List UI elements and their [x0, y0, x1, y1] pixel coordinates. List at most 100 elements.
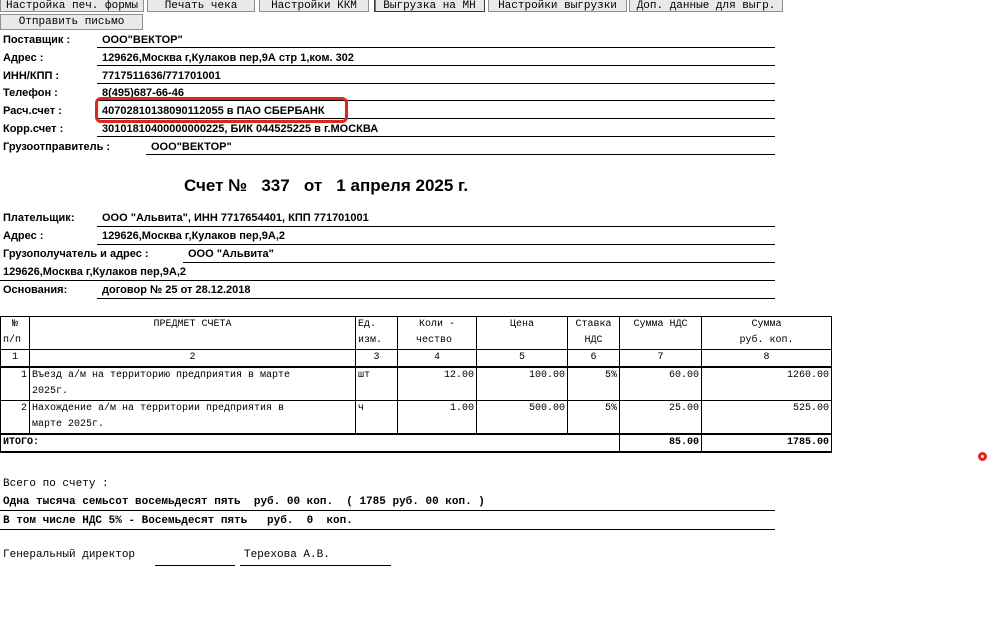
row-sum: 1260.00	[701, 366, 832, 401]
account-highlight-box	[95, 97, 348, 123]
inn-underline	[97, 83, 775, 84]
signature-name-underline	[240, 565, 391, 566]
supplier-address-underline	[97, 65, 775, 66]
col-num-header: №	[0, 316, 30, 333]
signature-line	[155, 565, 235, 566]
index-cell: 4	[397, 349, 477, 368]
table-header-row-2: п/п изм. чество НДС руб. коп.	[0, 333, 832, 350]
account-label: Расч.счет :	[3, 105, 62, 117]
vat-in-words: В том числе НДС 5% - Восемьдесят пять ру…	[3, 515, 353, 527]
row-subject-line2: марте 2025г.	[32, 419, 105, 430]
total-vat: 85.00	[619, 433, 702, 453]
col-sum-header-2: руб. коп.	[701, 333, 832, 350]
col-subject-header-2	[29, 333, 356, 350]
basis-underline	[97, 298, 775, 299]
col-rate-header-2: НДС	[567, 333, 620, 350]
shipper-label: Грузоотправитель :	[3, 141, 111, 153]
row-number: 2	[0, 400, 30, 435]
row-subject-line2: 2025г.	[32, 386, 69, 397]
invoice-table: № ПРЕДМЕТ СЧЕТА Ед. Коли - Цена Ставка С…	[0, 316, 832, 453]
col-price-header-2	[476, 333, 568, 350]
row-rate: 5%	[567, 366, 620, 401]
total-sum: 1785.00	[701, 433, 832, 453]
payer-address-underline	[97, 244, 775, 245]
row-subject-line1: Въезд а/м на территорию предприятия в ма…	[32, 370, 291, 381]
row-price: 100.00	[476, 366, 568, 401]
col-qty-header: Коли -	[397, 316, 477, 333]
table-index-row: 1 2 3 4 5 6 7 8	[0, 349, 832, 368]
col-price-header: Цена	[476, 316, 568, 333]
basis-value: договор № 25 от 28.12.2018	[102, 284, 251, 296]
row-number: 1	[0, 366, 30, 401]
index-cell: 8	[701, 349, 832, 368]
row-subject: Нахождение а/м на территории предприятия…	[29, 400, 356, 435]
kkm-settings-button[interactable]: Настройки ККМ	[259, 0, 369, 12]
supplier-label: Поставщик :	[3, 34, 71, 46]
supplier-value: ООО"ВЕКТОР"	[102, 34, 183, 46]
print-form-settings-button[interactable]: Настройка печ. формы	[0, 0, 144, 12]
row-subject-line1: Нахождение а/м на территории предприятия…	[32, 403, 285, 414]
payer-label: Плательщик:	[3, 212, 75, 224]
row-unit: ч	[355, 400, 398, 435]
shipper-underline	[146, 154, 775, 155]
phone-label: Телефон :	[3, 87, 58, 99]
shipper-value: ООО"ВЕКТОР"	[151, 141, 232, 153]
col-vat-header: Сумма НДС	[619, 316, 702, 333]
index-cell: 3	[355, 349, 398, 368]
supplier-underline	[97, 47, 775, 48]
corr-account-label: Корр.счет :	[3, 123, 64, 135]
col-qty-header-2: чество	[397, 333, 477, 350]
table-total-row: ИТОГО: 85.00 1785.00	[0, 433, 832, 453]
table-header-row: № ПРЕДМЕТ СЧЕТА Ед. Коли - Цена Ставка С…	[0, 316, 832, 333]
total-words-underline	[0, 510, 775, 511]
corr-account-value: 30101810400000000225, БИК 044525225 в г.…	[102, 123, 379, 135]
col-unit-header-2: изм.	[355, 333, 398, 350]
table-row: 1 Въезд а/м на территорию предприятия в …	[0, 366, 832, 401]
col-rate-header: Ставка	[567, 316, 620, 333]
col-vat-header-2	[619, 333, 702, 350]
payer-underline	[97, 226, 775, 227]
send-email-button[interactable]: Отправить письмо	[0, 14, 143, 30]
index-cell: 1	[0, 349, 30, 368]
consignee-underline	[183, 262, 775, 263]
extra-export-data-button[interactable]: Доп. данные для выгр.	[629, 0, 783, 12]
payer-value: ООО "Альвита", ИНН 7717654401, КПП 77170…	[102, 212, 369, 224]
row-subject: Въезд а/м на территорию предприятия в ма…	[29, 366, 356, 401]
total-in-words: Одна тысяча семьсот восемьдесят пять руб…	[3, 496, 485, 508]
payer-address-label: Адрес :	[3, 230, 44, 242]
row-qty: 12.00	[397, 366, 477, 401]
col-unit-header: Ед.	[355, 316, 398, 333]
col-subject-header: ПРЕДМЕТ СЧЕТА	[29, 316, 356, 333]
vat-words-underline	[0, 529, 775, 530]
signature-name: Терехова А.В.	[244, 549, 330, 561]
col-num-header-2: п/п	[0, 333, 30, 350]
index-cell: 6	[567, 349, 620, 368]
consignee-label: Грузополучатель и адрес :	[3, 248, 149, 260]
payer-address-value: 129626,Москва г,Кулаков пер,9А,2	[102, 230, 286, 242]
total-label: ИТОГО:	[0, 433, 620, 453]
basis-label: Основания:	[3, 284, 68, 296]
row-unit: шт	[355, 366, 398, 401]
col-sum-header: Сумма	[701, 316, 832, 333]
row-sum: 525.00	[701, 400, 832, 435]
print-receipt-button[interactable]: Печать чека	[147, 0, 255, 12]
row-price: 500.00	[476, 400, 568, 435]
invoice-title: Счет № 337 от 1 апреля 2025 г.	[184, 176, 469, 195]
inn-value: 7717511636/771701001	[102, 70, 221, 82]
row-vat: 25.00	[619, 400, 702, 435]
cursor-marker-icon	[978, 452, 987, 461]
signature-position: Генеральный директор	[3, 549, 136, 561]
index-cell: 5	[476, 349, 568, 368]
row-qty: 1.00	[397, 400, 477, 435]
corr-account-underline	[97, 136, 775, 137]
consignee-value: ООО "Альвита"	[188, 248, 274, 260]
supplier-address-value: 129626,Москва г,Кулаков пер,9А стр 1,ком…	[102, 52, 354, 64]
export-settings-button[interactable]: Настройки выгрузки	[488, 0, 627, 12]
supplier-address-label: Адрес :	[3, 52, 44, 64]
row-vat: 60.00	[619, 366, 702, 401]
export-mn-button[interactable]: Выгрузка на МН	[374, 0, 485, 12]
total-caption: Всего по счету :	[3, 478, 109, 490]
consignee-address-underline	[0, 280, 775, 281]
consignee-address: 129626,Москва г,Кулаков пер,9А,2	[3, 266, 187, 278]
table-row: 2 Нахождение а/м на территории предприят…	[0, 400, 832, 435]
